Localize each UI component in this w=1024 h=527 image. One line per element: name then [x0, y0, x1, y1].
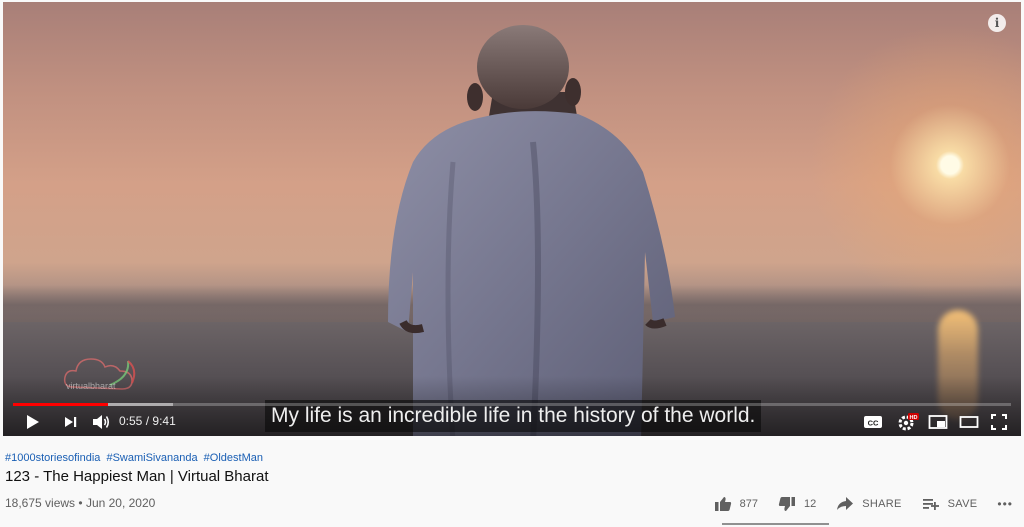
settings-button[interactable]: HD	[897, 411, 919, 433]
hashtag-link[interactable]: #SwamiSivananda	[106, 452, 197, 464]
current-time: 0:55	[119, 414, 143, 428]
playlist-add-icon	[922, 499, 939, 510]
hashtag-list: #1000storiesofindia #SwamiSivananda #Old…	[5, 452, 266, 464]
theater-mode-button[interactable]	[959, 411, 979, 433]
hashtag-link[interactable]: #OldestMan	[204, 452, 263, 464]
upload-date: Jun 20, 2020	[85, 496, 156, 510]
meta-separator: •	[78, 496, 83, 510]
man-figure	[388, 25, 675, 436]
fullscreen-icon	[991, 414, 1007, 430]
info-icon[interactable]: i	[988, 14, 1006, 32]
cc-icon: CC	[864, 416, 882, 428]
like-button[interactable]: 877	[714, 496, 758, 512]
time-separator: /	[145, 414, 150, 428]
miniplayer-button[interactable]	[928, 411, 948, 433]
dislike-count: 12	[804, 498, 817, 510]
next-icon	[65, 417, 77, 427]
video-title: 123 - The Happiest Man | Virtual Bharat	[5, 468, 269, 485]
hd-badge: HD	[910, 415, 918, 421]
volume-icon	[93, 415, 110, 429]
more-icon: •••	[997, 497, 1013, 511]
video-meta: 18,675 views • Jun 20, 2020	[5, 496, 155, 510]
dislike-button[interactable]: 12	[778, 496, 816, 512]
fullscreen-button[interactable]	[990, 411, 1008, 433]
progress-bar[interactable]	[13, 403, 1011, 406]
save-label: SAVE	[947, 498, 978, 510]
action-bar: 877 12 SHARE SAVE •••	[694, 496, 1013, 512]
cc-label: CC	[868, 419, 879, 428]
captions-button[interactable]: CC	[863, 411, 883, 433]
video-details: #1000storiesofindia #SwamiSivananda #Old…	[3, 436, 1021, 527]
play-button[interactable]	[23, 411, 41, 433]
next-button[interactable]	[61, 411, 79, 433]
share-button[interactable]: SHARE	[836, 496, 901, 512]
more-actions-button[interactable]: •••	[997, 497, 1013, 511]
save-button[interactable]: SAVE	[922, 496, 978, 512]
duration: 9:41	[152, 414, 176, 428]
like-dislike-bar	[722, 523, 829, 525]
view-count: 18,675 views	[5, 496, 76, 510]
play-icon	[27, 415, 39, 429]
theater-icon	[959, 416, 979, 428]
volume-button[interactable]	[91, 411, 111, 433]
like-count: 877	[739, 498, 758, 510]
time-display: 0:55 / 9:41	[119, 414, 176, 428]
miniplayer-icon	[928, 415, 948, 429]
thumbs-up-icon	[714, 497, 731, 511]
gear-icon: HD	[898, 413, 919, 431]
share-label: SHARE	[862, 498, 902, 510]
video-player[interactable]: virtualbharat i My life is an incredible…	[3, 2, 1021, 436]
thumbs-down-icon	[778, 497, 795, 511]
played-bar	[13, 403, 108, 406]
share-icon	[837, 497, 854, 510]
hashtag-link[interactable]: #1000storiesofindia	[5, 452, 100, 464]
